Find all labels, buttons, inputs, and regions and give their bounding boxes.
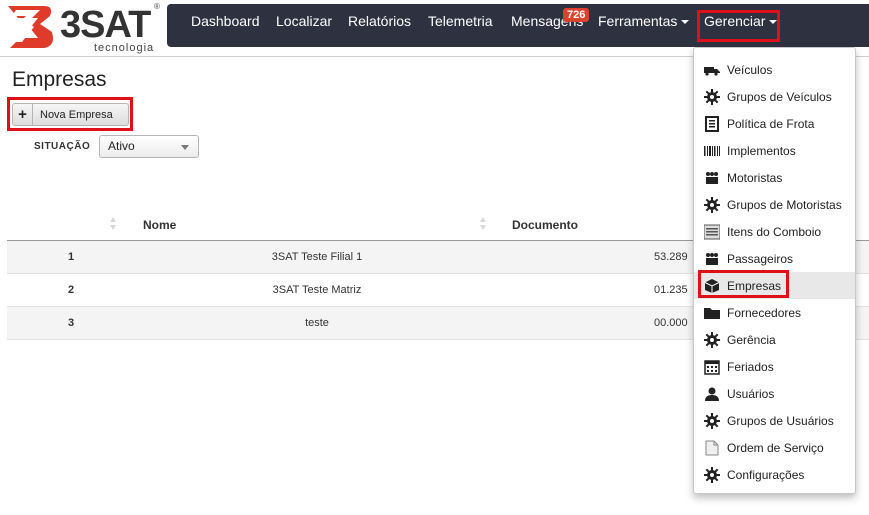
nav-dashboard[interactable]: Dashboard xyxy=(191,0,260,43)
menu-item-configuracoes[interactable]: Configurações xyxy=(694,461,855,488)
row-nome: teste xyxy=(305,317,329,329)
menu-item-usuarios[interactable]: Usuários xyxy=(694,380,855,407)
people-icon xyxy=(706,172,718,184)
menu-item-label: Feriados xyxy=(727,360,774,374)
nav-telemetria[interactable]: Telemetria xyxy=(428,0,493,43)
gear-icon xyxy=(704,413,720,429)
menu-item-itens-comboio[interactable]: Itens do Comboio xyxy=(694,218,855,245)
list-icon xyxy=(704,224,720,240)
row-nome: 3SAT Teste Filial 1 xyxy=(271,251,363,263)
menu-item-label: Implementos xyxy=(727,144,796,158)
sort-icon[interactable] xyxy=(110,216,118,232)
nav-relatorios[interactable]: Relatórios xyxy=(348,0,411,43)
menu-item-label: Política de Frota xyxy=(727,117,815,131)
menu-item-gerencia[interactable]: Gerência xyxy=(694,326,855,353)
nav-ferramentas[interactable]: Ferramentas xyxy=(598,0,690,43)
menu-item-label: Veículos xyxy=(727,63,773,77)
truck-icon xyxy=(704,67,720,76)
menu-item-feriados[interactable]: Feriados xyxy=(694,353,855,380)
menu-item-veiculos[interactable]: Veículos xyxy=(694,56,855,83)
gear-icon xyxy=(704,197,720,213)
situacao-value: Ativo xyxy=(108,139,135,153)
menu-item-ordem-servico[interactable]: Ordem de Serviço xyxy=(694,434,855,461)
page-title: Empresas xyxy=(12,68,107,91)
user-icon xyxy=(705,387,719,401)
menu-item-implementos[interactable]: Implementos xyxy=(694,137,855,164)
document-icon xyxy=(705,116,719,132)
calendar-icon xyxy=(704,360,720,375)
menu-item-fornecedores[interactable]: Fornecedores xyxy=(694,299,855,326)
row-documento: 53.289 xyxy=(654,251,688,263)
messages-count-badge: 726 xyxy=(563,8,590,22)
company-logo[interactable]: 3SAT ® tecnologia xyxy=(4,2,164,54)
menu-item-grupos-usuarios[interactable]: Grupos de Usuários xyxy=(694,407,855,434)
gear-icon xyxy=(704,467,720,483)
menu-item-grupos-motoristas[interactable]: Grupos de Motoristas xyxy=(694,191,855,218)
logo-subtitle: tecnologia xyxy=(94,42,155,54)
menu-item-grupos-veiculos[interactable]: Grupos de Veículos xyxy=(694,83,855,110)
menu-item-politica-frota[interactable]: Política de Frota xyxy=(694,110,855,137)
row-documento: 00.000 xyxy=(654,317,688,329)
row-id: 3 xyxy=(67,317,75,329)
row-documento: 01.235 xyxy=(654,284,688,296)
menu-item-label: Grupos de Veículos xyxy=(727,90,832,104)
menu-item-passageiros[interactable]: Passageiros xyxy=(694,245,855,272)
situacao-label: SITUAÇÃO xyxy=(34,141,91,152)
menu-item-label: Passageiros xyxy=(727,252,794,266)
dropdown-arrow-icon xyxy=(181,145,189,150)
row-id: 1 xyxy=(67,251,75,263)
chevron-down-icon xyxy=(681,20,690,25)
page-icon xyxy=(705,440,719,456)
highlight-new-company xyxy=(7,97,133,131)
highlight-gerenciar xyxy=(697,10,780,42)
nav-localizar[interactable]: Localizar xyxy=(276,0,332,43)
menu-item-label: Fornecedores xyxy=(727,306,802,320)
sort-icon[interactable] xyxy=(480,216,488,232)
menu-item-label: Usuários xyxy=(727,387,775,401)
gear-icon xyxy=(704,89,720,105)
menu-item-label: Configurações xyxy=(727,468,805,482)
highlight-empresas xyxy=(698,270,789,298)
logo-registered: ® xyxy=(154,2,160,11)
menu-item-label: Itens do Comboio xyxy=(727,225,822,239)
gear-icon xyxy=(704,332,720,348)
menu-item-label: Motoristas xyxy=(727,171,783,185)
menu-item-motoristas[interactable]: Motoristas xyxy=(694,164,855,191)
row-nome: 3SAT Teste Matriz xyxy=(272,284,362,296)
row-id: 2 xyxy=(67,284,75,296)
logo-mark-icon xyxy=(8,6,53,48)
col-header-documento[interactable]: Documento xyxy=(512,218,578,232)
menu-item-label: Gerência xyxy=(727,333,776,347)
nav-ferramentas-label: Ferramentas xyxy=(598,13,678,29)
logo-text: 3SAT xyxy=(60,4,151,46)
folder-icon xyxy=(704,308,720,319)
situacao-select[interactable]: Ativo xyxy=(99,135,199,158)
col-header-nome[interactable]: Nome xyxy=(143,218,176,232)
people-icon xyxy=(706,253,718,265)
menu-item-label: Grupos de Usuários xyxy=(727,414,834,428)
menu-item-label: Ordem de Serviço xyxy=(727,441,824,455)
barcode-icon xyxy=(704,146,720,156)
menu-item-label: Grupos de Motoristas xyxy=(727,198,842,212)
